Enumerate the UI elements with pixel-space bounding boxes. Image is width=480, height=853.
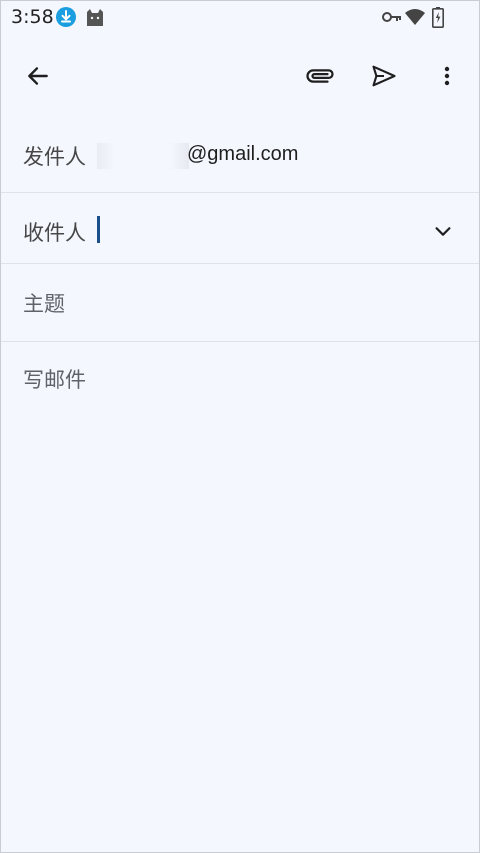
subject-placeholder: 主题 xyxy=(23,292,65,316)
chevron-down-icon xyxy=(435,227,451,236)
body-placeholder: 写邮件 xyxy=(23,368,86,392)
from-label: 发件人 xyxy=(23,145,86,169)
body-field[interactable]: 写邮件 xyxy=(1,342,479,852)
more-vert-icon xyxy=(444,66,450,86)
wifi-icon xyxy=(405,9,425,25)
compose-screen: 3:58 发件人 @gmail.com 收件人 主题 写邮件 xyxy=(0,0,480,853)
to-field[interactable]: 收件人 xyxy=(1,193,479,263)
redacted-address xyxy=(97,143,189,169)
download-icon xyxy=(56,7,76,27)
subject-field[interactable]: 主题 xyxy=(1,264,479,341)
cat-app-icon xyxy=(87,9,103,26)
expand-recipients-button[interactable] xyxy=(425,213,461,249)
attach-icon xyxy=(306,69,334,83)
text-cursor xyxy=(97,216,100,243)
vpn-key-icon xyxy=(382,12,401,22)
from-field[interactable]: 发件人 @gmail.com xyxy=(1,125,479,189)
send-icon xyxy=(372,65,396,87)
battery-icon xyxy=(432,7,444,28)
to-label: 收件人 xyxy=(23,221,86,245)
back-icon xyxy=(28,67,48,85)
status-time: 3:58 xyxy=(11,6,54,28)
back-button[interactable] xyxy=(17,55,59,97)
more-options-button[interactable] xyxy=(426,55,468,97)
top-app-bar xyxy=(1,45,479,107)
from-address: @gmail.com xyxy=(187,143,299,165)
status-bar: 3:58 xyxy=(1,1,479,35)
send-button[interactable] xyxy=(363,55,405,97)
attach-button[interactable] xyxy=(299,55,341,97)
